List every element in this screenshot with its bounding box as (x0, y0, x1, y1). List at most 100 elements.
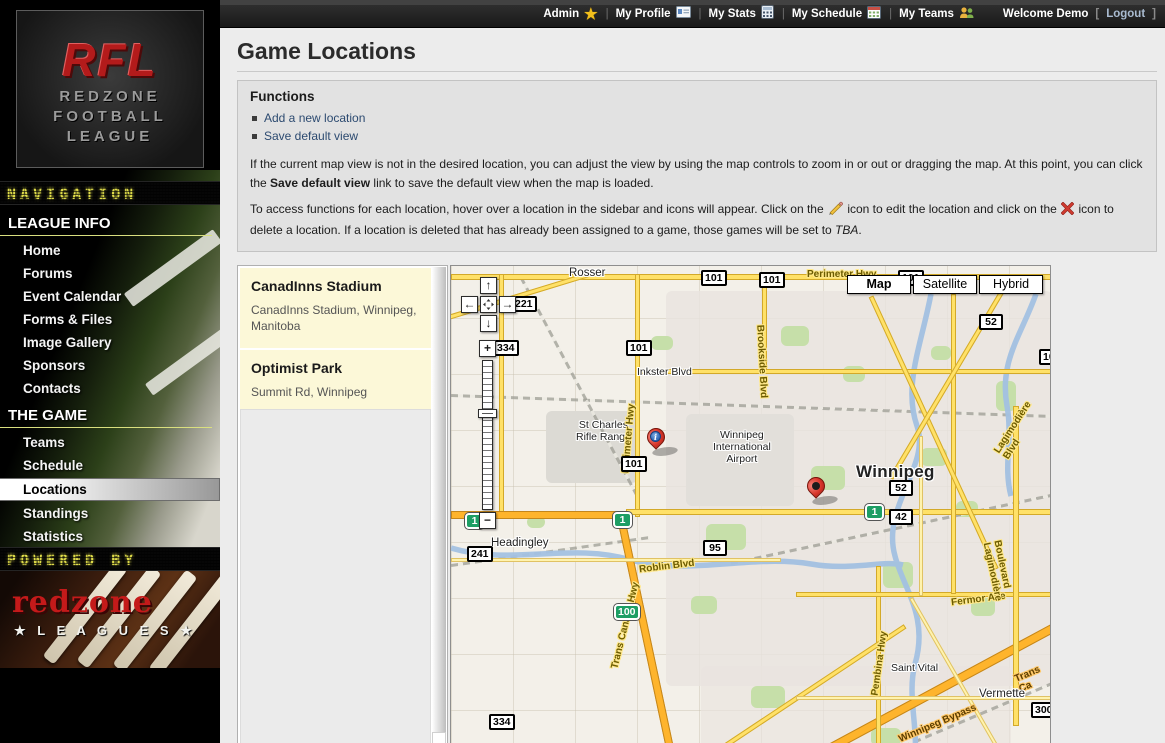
page-title: Game Locations (237, 38, 1157, 72)
redzone-wordmark: redzone (12, 585, 153, 620)
app-window: RFL REDZONE FOOTBALL LEAGUE NAVIGATION L… (0, 0, 1165, 743)
bullet-icon (252, 116, 257, 121)
topbar-item-my-teams[interactable]: My Teams (899, 6, 976, 22)
route-shield-95: 95 (703, 540, 727, 556)
pan-down-button[interactable]: ↓ (480, 315, 497, 332)
sidebar-item-event-calendar[interactable]: Event Calendar (0, 285, 220, 308)
functions-box: Functions Add a new location Save default… (237, 80, 1157, 252)
sidebar-item-statistics[interactable]: Statistics (0, 525, 220, 548)
location-name: Optimist Park (251, 360, 420, 376)
paragraph-text: link to save the default view when the m… (370, 176, 654, 190)
map-canvas[interactable]: RosserPerimeter HwyBrookside BlvdInkster… (450, 265, 1051, 743)
map-label-headingley: Headingley (491, 537, 549, 549)
logout-bracket-close: ] (1152, 8, 1156, 20)
logout-link[interactable]: Logout (1106, 8, 1145, 20)
topbar-item-label: My Stats (709, 8, 756, 20)
topbar-item-my-stats[interactable]: My Stats (709, 5, 775, 22)
route-shield-52: 52 (979, 314, 1003, 330)
topbar-separator: | (606, 8, 609, 20)
arrow-up-icon: ↑ (486, 278, 492, 292)
arrow-down-icon: ↓ (486, 316, 492, 330)
logo-line-1: REDZONE (17, 87, 203, 107)
paragraph-text: Save default view (270, 176, 370, 190)
pan-center-button[interactable] (480, 296, 497, 313)
route-shield-101: 101 (621, 456, 647, 472)
topbar-item-my-profile[interactable]: My Profile (616, 6, 692, 21)
logo-line-2: FOOTBALL (17, 107, 203, 127)
powered-by-header: POWERED BY (0, 547, 220, 571)
content-area: Admin★|My Profile|My Stats|My Schedule|M… (220, 0, 1165, 743)
sidebar-item-forums[interactable]: Forums (0, 262, 220, 285)
topbar: Admin★|My Profile|My Stats|My Schedule|M… (220, 0, 1165, 28)
sidebar-item-home[interactable]: Home (0, 239, 220, 262)
locations-panel: CanadInns Stadium CanadInns Stadium, Winn… (237, 265, 448, 743)
locations-list: CanadInns Stadium CanadInns Stadium, Winn… (238, 268, 447, 413)
zoom-in-button[interactable]: + (479, 340, 496, 357)
pencil-icon (828, 201, 843, 221)
sidebar-item-standings[interactable]: Standings (0, 502, 220, 525)
map-marker-plain[interactable] (806, 476, 826, 506)
functions-link-row: Add a new location (252, 109, 1144, 127)
nav-section-title-league-info: LEAGUE INFO (0, 212, 212, 236)
pan-center-icon (483, 299, 494, 314)
sidebar-item-schedule[interactable]: Schedule (0, 454, 220, 477)
minus-icon: − (484, 513, 491, 527)
zoom-out-button[interactable]: − (479, 512, 496, 529)
topbar-item-my-schedule[interactable]: My Schedule (792, 5, 882, 22)
map-type-satellite[interactable]: Satellite (913, 275, 977, 294)
redzone-leagues-logo[interactable]: redzone ★ L E A G U E S ★ (0, 571, 220, 668)
route-shield-101: 101 (626, 340, 652, 356)
route-shield-52: 52 (889, 480, 913, 496)
functions-links: Add a new location Save default view (252, 109, 1144, 145)
topbar-separator: | (889, 8, 892, 20)
link-save-default-view[interactable]: Save default view (264, 129, 358, 143)
sidebar-item-teams[interactable]: Teams (0, 431, 220, 454)
league-logo[interactable]: RFL REDZONE FOOTBALL LEAGUE (16, 10, 204, 168)
scrollbar-thumb[interactable] (432, 732, 446, 743)
sidebar-item-contacts[interactable]: Contacts (0, 377, 220, 400)
route-shield-101: 101 (759, 272, 785, 288)
calculator-icon (761, 5, 774, 22)
paragraph-text: TBA (835, 223, 858, 237)
topbar-separator: | (782, 8, 785, 20)
pan-right-button[interactable]: → (499, 296, 516, 313)
logo-line-3: LEAGUE (17, 127, 203, 147)
sidebar-item-locations[interactable]: Locations (0, 478, 220, 501)
paragraph-text: To access functions for each location, h… (250, 202, 827, 216)
road (635, 274, 640, 517)
topbar-item-label: My Schedule (792, 8, 862, 20)
link-add-a-new-location[interactable]: Add a new location (264, 111, 365, 125)
road (451, 558, 781, 562)
location-card-canadinns-stadium[interactable]: CanadInns Stadium CanadInns Stadium, Winn… (240, 268, 431, 347)
sidebar-item-sponsors[interactable]: Sponsors (0, 354, 220, 377)
columns: CanadInns Stadium CanadInns Stadium, Winn… (237, 265, 1157, 743)
star-icon: ★ (584, 5, 597, 23)
locations-scrollbar-vertical[interactable] (432, 267, 446, 743)
sidebar-item-image-gallery[interactable]: Image Gallery (0, 331, 220, 354)
sidebar-nav: LEAGUE INFO HomeForumsEvent CalendarForms… (0, 208, 220, 548)
zoom-slider[interactable] (482, 360, 493, 510)
location-name: CanadInns Stadium (251, 278, 420, 294)
map-type-buttons: MapSatelliteHybrid (847, 275, 1043, 294)
zoom-slider-handle[interactable] (478, 409, 497, 418)
location-address: CanadInns Stadium, Winnipeg, Manitoba (251, 303, 420, 334)
map-type-hybrid[interactable]: Hybrid (979, 275, 1043, 294)
functions-paragraph-1: If the current map view is not in the de… (250, 155, 1144, 192)
location-address: Summit Rd, Winnipeg (251, 385, 420, 401)
sidebar-item-forms-files[interactable]: Forms & Files (0, 308, 220, 331)
paragraph-text: icon to edit the location and click on t… (844, 202, 1060, 216)
map-type-map[interactable]: Map (847, 275, 911, 294)
pan-up-button[interactable]: ↑ (480, 277, 497, 294)
topbar-item-label: My Teams (899, 8, 954, 20)
paragraph-text: . (858, 223, 861, 237)
delete-x-icon (1061, 202, 1074, 221)
leagues-wordmark: ★ L E A G U E S ★ (14, 623, 196, 639)
functions-title: Functions (250, 89, 1144, 104)
route-shield-101: 101 (1039, 349, 1051, 365)
route-shield-101: 101 (701, 270, 727, 286)
route-shield-300: 300 (1031, 702, 1051, 718)
location-card-optimist-park[interactable]: Optimist Park Summit Rd, Winnipeg (240, 350, 431, 414)
topbar-item-admin[interactable]: Admin★ (543, 5, 598, 23)
pan-left-button[interactable]: ← (461, 296, 478, 313)
map-marker-info[interactable]: i (646, 427, 666, 457)
